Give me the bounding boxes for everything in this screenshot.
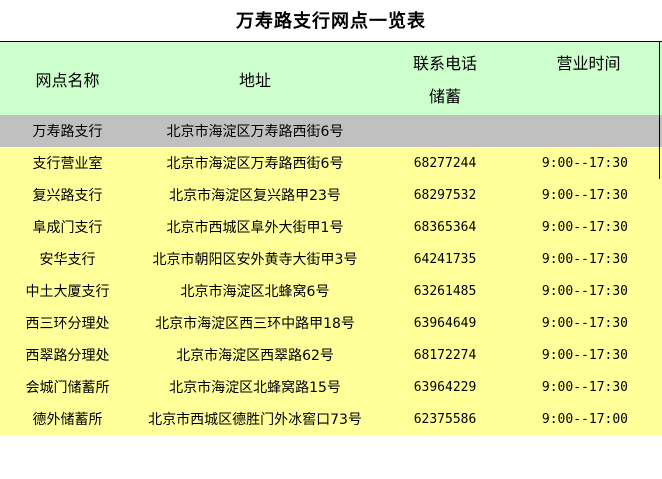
branch-address-cell: 北京市西城区德胜门外冰窖口73号 [148, 412, 362, 428]
table-row: 德外储蓄所 北京市西城区德胜门外冰窖口73号 62375586 9:00--17… [0, 403, 662, 435]
branch-name-cell: 西三环分理处 [25, 316, 110, 332]
branch-name-cell: 会城门储蓄所 [25, 380, 110, 396]
branch-phone-cell: 68172274 [413, 347, 477, 363]
branch-phone-cell: 63261485 [413, 283, 477, 299]
page-title: 万寿路支行网点一览表 [236, 11, 426, 32]
branch-phone-cell: 64241735 [413, 251, 477, 267]
table-row: 阜成门支行 北京市西城区阜外大街甲1号 68365364 9:00--17:30 [0, 211, 662, 243]
table-row: 会城门储蓄所 北京市海淀区北蜂窝路15号 63964229 9:00--17:3… [0, 371, 662, 403]
table-row: 安华支行 北京市朝阳区安外黄寺大街甲3号 64241735 9:00--17:3… [0, 243, 662, 275]
branch-name-cell: 中土大厦支行 [25, 284, 110, 300]
branch-hours-cell: 9:00--17:00 [541, 411, 628, 427]
branch-hours-cell: 9:00--17:30 [541, 283, 628, 299]
branch-address-cell: 北京市海淀区万寿路西街6号 [166, 156, 344, 172]
sheet-right-border [659, 41, 660, 179]
branch-name-cell: 德外储蓄所 [32, 412, 103, 428]
branch-hours-cell: 9:00--17:30 [541, 155, 628, 171]
table-row: 复兴路支行 北京市海淀区复兴路甲23号 68297532 9:00--17:30 [0, 179, 662, 211]
branch-phone-cell: 63964649 [413, 315, 477, 331]
table-row: 中土大厦支行 北京市海淀区北蜂窝6号 63261485 9:00--17:30 [0, 275, 662, 307]
header-phone: 联系电话 储蓄 [375, 42, 515, 115]
header-address: 地址 [238, 70, 271, 90]
header-hours: 营业时间 [556, 54, 621, 73]
branch-hours-cell: 9:00--17:30 [541, 347, 628, 363]
branch-address-cell: 北京市海淀区万寿路西街6号 [166, 124, 344, 140]
branch-hours-cell: 9:00--17:30 [541, 187, 628, 203]
branch-name-cell: 支行营业室 [32, 156, 103, 172]
table-row: 西三环分理处 北京市海淀区西三环中路甲18号 63964649 9:00--17… [0, 307, 662, 339]
branch-hours-cell: 9:00--17:30 [541, 379, 628, 395]
branch-hours-cell: 9:00--17:30 [541, 315, 628, 331]
branch-address-cell: 北京市海淀区西三环中路甲18号 [155, 316, 355, 332]
branch-hours-cell: 9:00--17:30 [541, 251, 628, 267]
header-phone-line1: 联系电话 [412, 54, 477, 74]
header-phone-line2: 储蓄 [428, 86, 461, 106]
branch-address-cell: 北京市海淀区西翠路62号 [176, 348, 334, 364]
branch-address-cell: 北京市西城区阜外大街甲1号 [166, 220, 344, 236]
branch-name-cell: 西翠路分理处 [25, 348, 110, 364]
branch-hours-cell [515, 115, 662, 147]
branch-name-cell: 万寿路支行 [32, 124, 103, 140]
branch-phone-cell: 68277244 [413, 155, 477, 171]
table-row-highlight: 万寿路支行 北京市海淀区万寿路西街6号 [0, 115, 662, 147]
branch-phone-cell: 63964229 [413, 379, 477, 395]
branch-address-cell: 北京市海淀区北蜂窝6号 [180, 284, 330, 300]
branch-phone-cell: 68297532 [413, 187, 477, 203]
branch-address-cell: 北京市海淀区北蜂窝路15号 [169, 380, 341, 396]
branch-name-cell: 复兴路支行 [32, 188, 103, 204]
branch-name-cell: 安华支行 [39, 252, 96, 268]
branch-name-cell: 阜成门支行 [32, 220, 103, 236]
branch-phone-cell: 62375586 [413, 411, 477, 427]
branch-address-cell: 北京市海淀区复兴路甲23号 [169, 188, 341, 204]
branch-address-cell: 北京市朝阳区安外黄寺大街甲3号 [152, 252, 358, 268]
table-row: 支行营业室 北京市海淀区万寿路西街6号 68277244 9:00--17:30 [0, 147, 662, 179]
branch-phone-cell: 68365364 [413, 219, 477, 235]
table-row: 西翠路分理处 北京市海淀区西翠路62号 68172274 9:00--17:30 [0, 339, 662, 371]
branch-table: 网点名称 地址 联系电话 储蓄 营业时间 万寿路支行 北京市海淀区万寿路西街6号… [0, 41, 662, 435]
branch-hours-cell: 9:00--17:30 [541, 219, 628, 235]
branch-phone-cell [375, 115, 515, 147]
header-name: 网点名称 [35, 70, 100, 90]
table-header-row: 网点名称 地址 联系电话 储蓄 营业时间 [0, 41, 662, 115]
